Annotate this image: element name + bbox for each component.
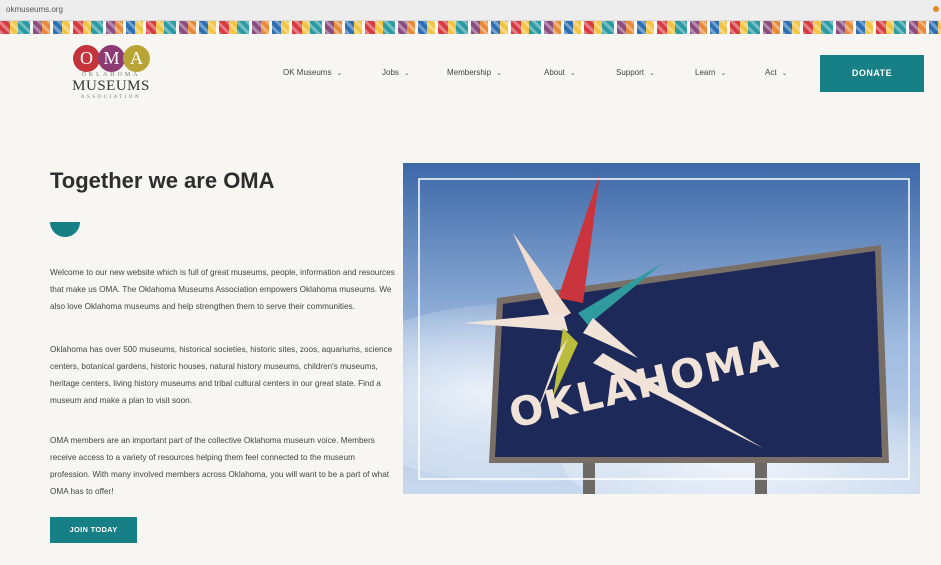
title-accent-shape <box>50 222 80 237</box>
logo-circles: O M A <box>73 45 151 73</box>
nav-learn[interactable]: Learn ⌄ <box>695 68 726 77</box>
donate-button[interactable]: DONATE <box>820 55 924 92</box>
browser-url-bar[interactable]: okmuseums.org <box>0 0 941 21</box>
nav-label: Support <box>616 68 645 77</box>
nav-label: Learn <box>695 68 716 77</box>
logo-line-museums: MUSEUMS <box>72 78 150 94</box>
logo-line-association: ASSOCIATION <box>80 95 142 100</box>
url-text[interactable]: okmuseums.org <box>6 5 63 14</box>
hero-title: Together we are OMA <box>50 168 275 193</box>
nav-label: Jobs <box>382 68 399 77</box>
nav-act[interactable]: Act ⌄ <box>765 68 787 77</box>
browser-indicator-icon <box>933 6 939 12</box>
intro-paragraph: Welcome to our new website which is full… <box>50 268 395 311</box>
museums-paragraph: Oklahoma has over 500 museums, historica… <box>50 345 393 405</box>
chevron-down-icon: ⌄ <box>649 70 655 77</box>
nav-label: OK Museums <box>283 68 332 77</box>
logo-letter-o: O <box>73 45 100 72</box>
nav-about[interactable]: About ⌄ <box>544 68 576 77</box>
nav-label: Act <box>765 68 777 77</box>
members-paragraph: OMA members are an important part of the… <box>50 436 390 496</box>
nav-label: About <box>544 68 565 77</box>
chevron-down-icon: ⌄ <box>720 70 727 77</box>
chevron-down-icon: ⌄ <box>569 70 576 77</box>
join-today-button[interactable]: JOIN TODAY <box>50 517 137 543</box>
chevron-down-icon: ⌄ <box>781 70 788 77</box>
nav-ok-museums[interactable]: OK Museums ⌄ <box>283 68 342 77</box>
nav-label: Membership <box>447 68 492 77</box>
decorative-pattern-band <box>0 21 941 34</box>
oklahoma-sign-image: OKLAHOMA <box>403 163 920 494</box>
chevron-down-icon: ⌄ <box>336 70 343 77</box>
logo-letter-a: A <box>123 45 150 72</box>
chevron-down-icon: ⌄ <box>403 70 410 77</box>
logo-letter-m: M <box>98 45 125 72</box>
nav-membership[interactable]: Membership ⌄ <box>447 68 502 77</box>
chevron-down-icon: ⌄ <box>496 70 502 77</box>
nav-jobs[interactable]: Jobs ⌄ <box>382 68 410 77</box>
nav-support[interactable]: Support ⌄ <box>616 68 655 77</box>
oma-logo[interactable]: O M A OKLAHOMA MUSEUMS ASSOCIATION <box>70 45 160 101</box>
